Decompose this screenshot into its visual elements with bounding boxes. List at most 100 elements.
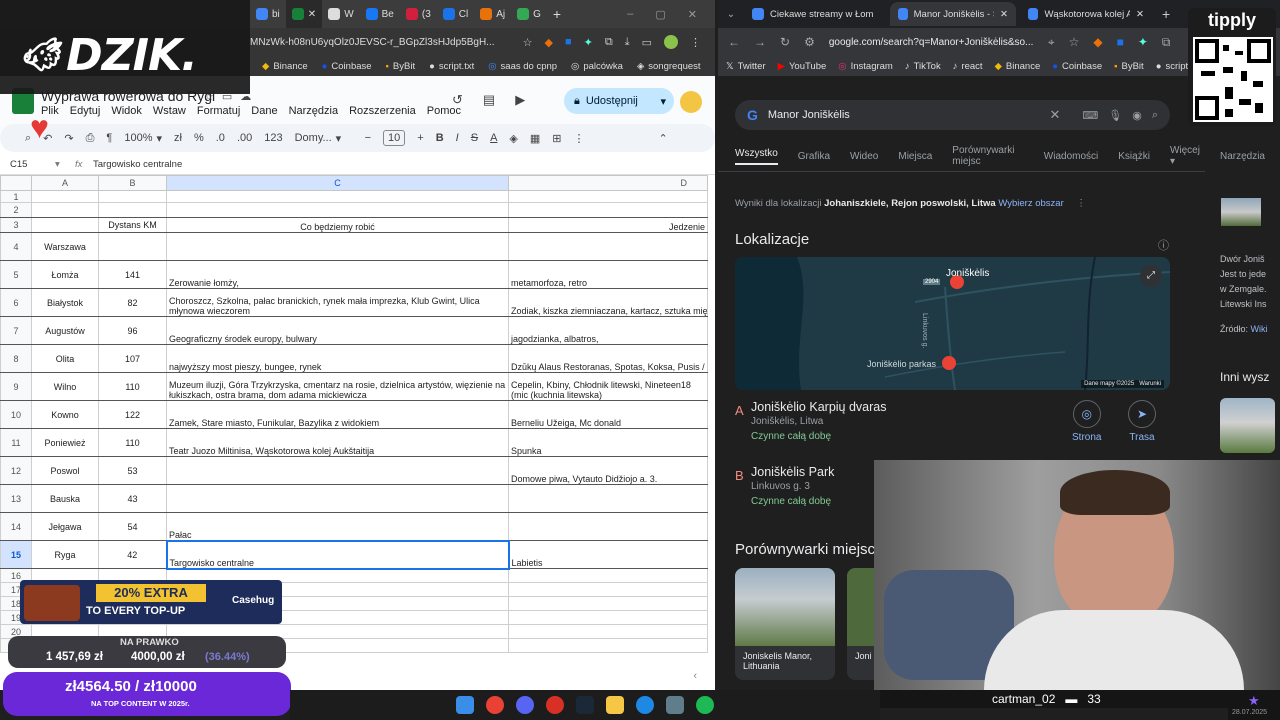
compare-card-1[interactable]: Joniskelis Manor, Lithuania [735, 568, 835, 680]
tab-3[interactable]: W [322, 0, 359, 28]
text-color-icon[interactable]: A [490, 132, 497, 144]
column-header[interactable]: A [31, 175, 99, 191]
back-icon[interactable]: ← [728, 35, 740, 49]
merge-cells-icon[interactable]: ⊞ [552, 132, 561, 145]
lens-icon[interactable]: ◉ [1132, 109, 1142, 122]
increase-decimal-icon[interactable]: .00 [237, 132, 252, 144]
row-header[interactable]: 3 [0, 217, 32, 233]
font-select[interactable]: Domy... ▾ [295, 132, 353, 145]
extension-icon[interactable]: ✦ [1138, 35, 1148, 49]
bookmark-binance[interactable]: ◆ Binance [262, 61, 308, 72]
currency-icon[interactable]: zł [174, 132, 182, 144]
decrease-decimal-icon[interactable]: .0 [216, 132, 225, 144]
distance-cell[interactable]: 43 [98, 484, 167, 513]
folder-icon[interactable] [606, 696, 624, 714]
bookmark-bybit[interactable]: ▪ ByBit [1114, 61, 1144, 72]
map-terms-link[interactable]: Warunki [1139, 381, 1161, 387]
map-view[interactable]: Joniškėlis Joniškėlio parkas Linkuvos g.… [735, 257, 1170, 390]
column-header[interactable]: D [508, 175, 708, 191]
chevron-up-icon[interactable]: ⌃ [659, 132, 668, 145]
city-cell[interactable]: Augustów [31, 316, 99, 345]
meet-icon[interactable]: ▶ [515, 92, 525, 108]
tab-7[interactable]: Aj [474, 0, 511, 28]
activities-cell[interactable]: najwyższy most pieszy, bungee, rynek [166, 344, 509, 373]
number-format-icon[interactable]: 123 [264, 132, 282, 144]
font-size-input[interactable]: 10 [383, 130, 406, 146]
distance-cell[interactable]: 42 [98, 540, 167, 569]
sidebar-icon[interactable]: ▭ [642, 36, 652, 49]
mic-icon[interactable]: 🎙︎ [1108, 109, 1122, 122]
city-cell[interactable]: Białystok [31, 288, 99, 317]
row-header[interactable]: 10 [0, 400, 32, 429]
row-header[interactable]: 12 [0, 456, 32, 485]
more-icon[interactable]: ⋮ [1076, 198, 1086, 209]
extension-icon[interactable]: ■ [1117, 35, 1124, 49]
distance-cell[interactable]: 82 [98, 288, 167, 317]
reload-icon[interactable]: ↻ [780, 35, 790, 49]
cell[interactable] [31, 202, 99, 218]
font-size-increase[interactable]: + [417, 132, 423, 144]
tab-videos[interactable]: Wideo [850, 151, 878, 162]
food-cell[interactable] [508, 624, 708, 639]
corner-cell[interactable] [0, 175, 32, 191]
puzzle-icon[interactable]: ⧉ [605, 36, 613, 49]
collapse-arrow-icon[interactable]: ‹ [693, 670, 697, 682]
bookmark-songrequest[interactable]: ◈ songrequest [637, 61, 701, 72]
chevron-down-icon[interactable]: ▾ [55, 159, 75, 170]
cell[interactable] [508, 190, 708, 203]
city-cell[interactable]: Bauska [31, 484, 99, 513]
food-cell[interactable] [508, 568, 708, 583]
city-cell[interactable]: Kowno [31, 400, 99, 429]
redo-icon[interactable]: ↷ [64, 132, 73, 145]
activities-cell[interactable] [166, 232, 509, 261]
row-header[interactable]: 4 [0, 232, 32, 261]
distance-cell[interactable]: 110 [98, 372, 167, 401]
menu-format[interactable]: Formatuj [197, 105, 240, 117]
row-header[interactable]: 1 [0, 190, 32, 203]
menu-extensions[interactable]: Rozszerzenia [349, 105, 416, 117]
bookmark-tiktok[interactable]: ♪ TikTok [905, 61, 941, 72]
activities-cell[interactable] [166, 456, 509, 485]
tab-compare[interactable]: Porównywarki miejsc [952, 145, 1024, 167]
menu-tools[interactable]: Narzędzia [289, 105, 339, 117]
manor-thumbnail[interactable] [1221, 198, 1261, 226]
cell[interactable] [98, 202, 167, 218]
city-cell[interactable]: Jełgawa [31, 512, 99, 541]
food-cell[interactable] [508, 638, 708, 653]
city-cell[interactable]: Poniewież [31, 428, 99, 457]
row-header[interactable]: 11 [0, 428, 32, 457]
menu-icon[interactable]: ⋮ [690, 36, 701, 49]
food-cell[interactable]: Spunka [508, 428, 708, 457]
row-header[interactable]: 15 [0, 540, 32, 569]
row-header[interactable]: 9 [0, 372, 32, 401]
print-icon[interactable]: ⎙ [86, 132, 95, 145]
close-icon[interactable]: ✕ [1136, 9, 1144, 20]
start-icon[interactable] [456, 696, 474, 714]
compare-card-2[interactable]: Joni Serv [847, 568, 874, 680]
tab-1[interactable]: bi [250, 0, 286, 28]
row-header[interactable]: 14 [0, 512, 32, 541]
account-avatar[interactable] [680, 91, 702, 113]
distance-cell[interactable]: 54 [98, 512, 167, 541]
discord-icon[interactable] [516, 696, 534, 714]
keyboard-icon[interactable]: ⌨ [1082, 109, 1098, 122]
new-tab-button[interactable]: + [547, 0, 567, 28]
city-cell[interactable]: Wilno [31, 372, 99, 401]
row-header[interactable]: 7 [0, 316, 32, 345]
distance-cell[interactable]: 110 [98, 428, 167, 457]
food-cell[interactable] [508, 232, 708, 261]
more-icon[interactable]: ⋮ [574, 132, 585, 145]
column-header[interactable]: B [98, 175, 167, 191]
tools-button[interactable]: Narzędzia [1220, 151, 1265, 162]
food-cell[interactable] [508, 596, 708, 611]
app-icon[interactable] [546, 696, 564, 714]
url-field[interactable]: MNzWk-h08nU6yqOlz0JEVSC-r_BGpZl3sHJdp5Bg… [250, 37, 523, 48]
source-link[interactable]: Wiki [1251, 324, 1268, 334]
browser-icon[interactable] [636, 696, 654, 714]
new-tab-button[interactable]: + [1162, 6, 1170, 22]
url-field[interactable]: google.com/search?q=Manor+Joniškėlis&so.… [829, 37, 1034, 48]
activities-cell[interactable]: Zerowanie łomży, [166, 260, 509, 289]
close-window-icon[interactable]: ✕ [688, 8, 697, 21]
bookmark-script[interactable]: ● script.txt [429, 61, 474, 72]
bookmark-react[interactable]: ♪ react [953, 61, 983, 72]
